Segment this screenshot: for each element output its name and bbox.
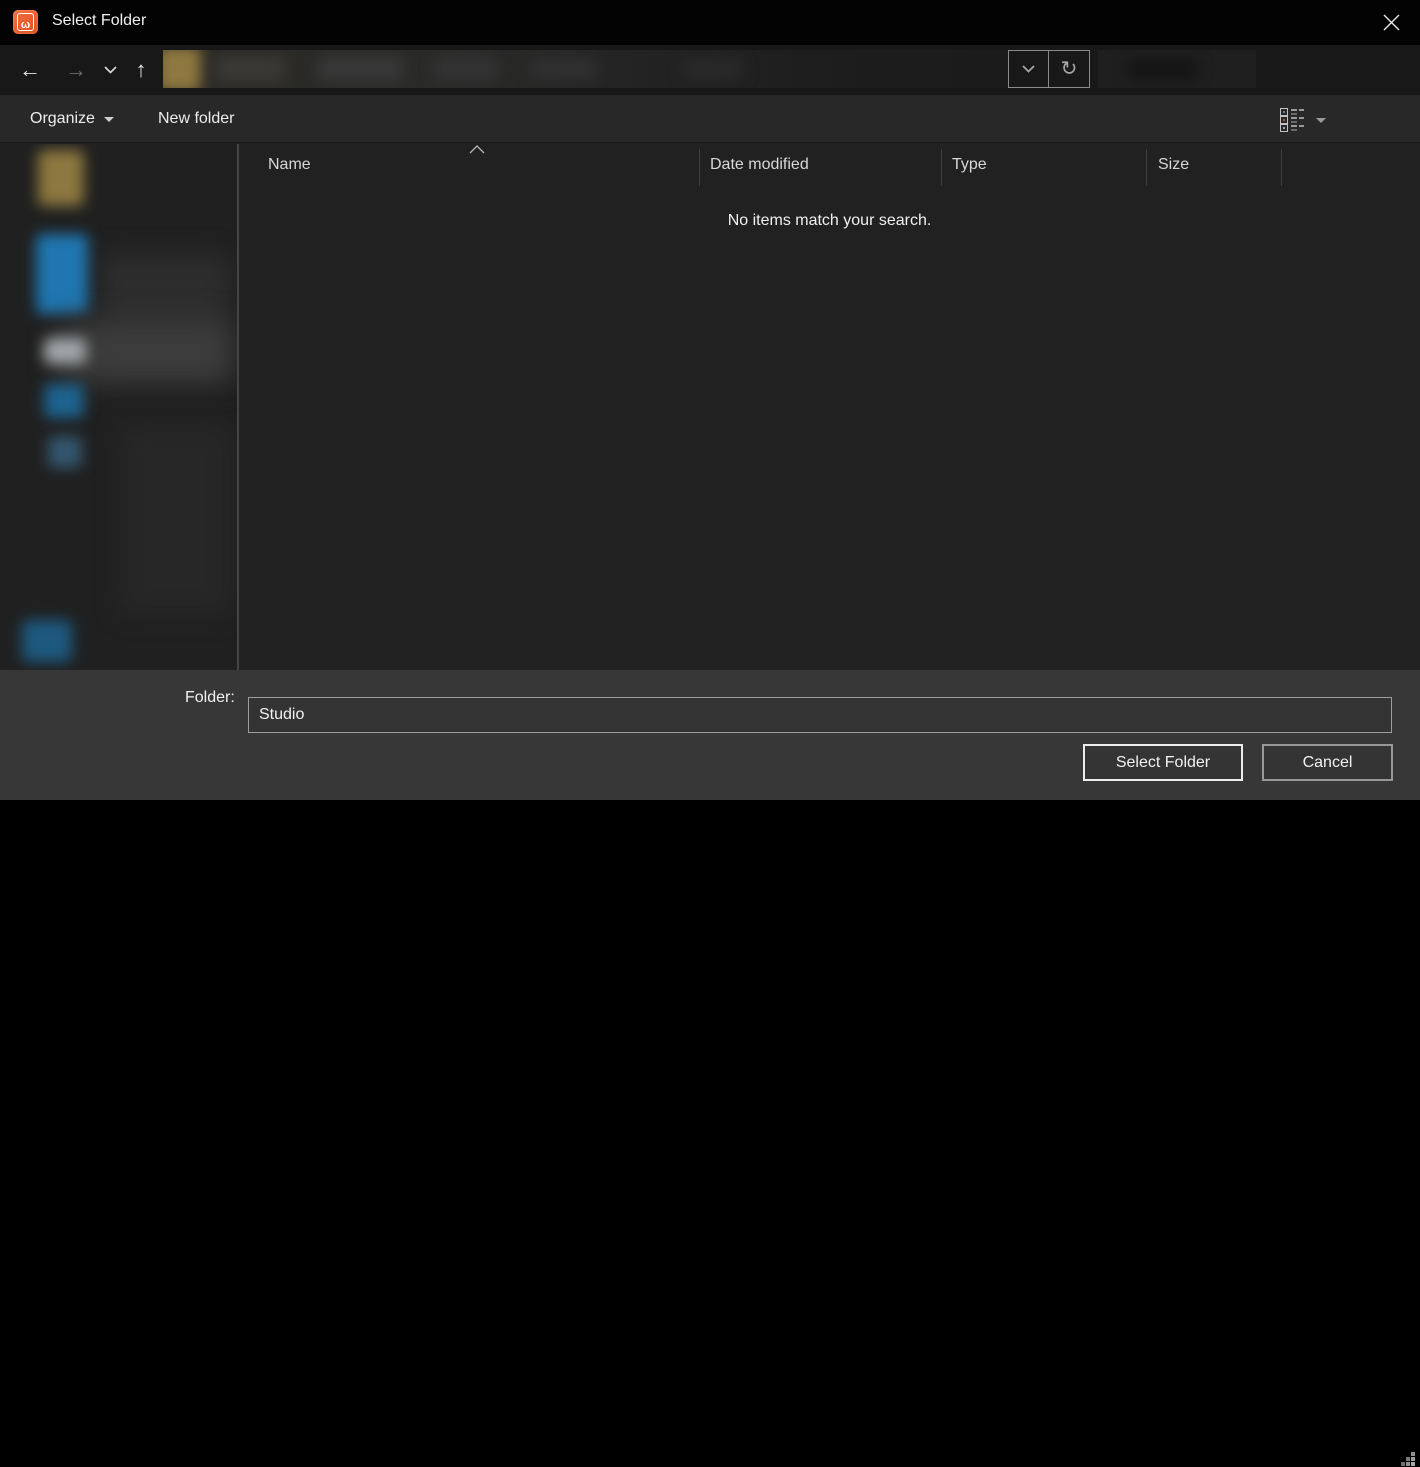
folder-label: Folder: (185, 689, 235, 707)
blurred-tree-item (22, 620, 72, 662)
app-logo-frame: ω (17, 13, 34, 31)
details-view-icon (1280, 108, 1304, 132)
resize-grip[interactable] (1401, 1452, 1416, 1467)
organize-label: Organize (30, 110, 95, 128)
column-header-size[interactable]: Size (1158, 156, 1189, 174)
column-divider[interactable] (1281, 149, 1282, 186)
recent-locations-button[interactable] (98, 45, 122, 95)
blurred-breadcrumb-segment (215, 56, 285, 82)
navigation-pane[interactable] (0, 144, 237, 670)
blurred-tree-item (36, 234, 88, 314)
column-divider[interactable] (941, 149, 942, 186)
chevron-down-icon (1316, 118, 1326, 123)
empty-results-message: No items match your search. (239, 212, 1420, 230)
file-list: Name Date modified Type Size No items ma… (239, 144, 1420, 670)
forward-arrow-icon: → (65, 59, 87, 81)
cancel-button[interactable]: Cancel (1262, 744, 1393, 781)
column-header-type[interactable]: Type (952, 156, 987, 174)
change-view-button[interactable] (1280, 108, 1326, 132)
blurred-breadcrumb-folder-icon (163, 50, 201, 88)
refresh-icon: ↻ (1061, 59, 1078, 79)
command-toolbar: Organize New folder (0, 95, 1420, 143)
column-header-date-modified[interactable]: Date modified (710, 156, 809, 174)
column-header-name[interactable]: Name (268, 156, 311, 174)
chevron-down-icon (104, 66, 117, 74)
footer-bar: Folder: Select Folder Cancel (0, 670, 1420, 800)
organize-button[interactable]: Organize (30, 95, 114, 143)
app-logo-icon: ω (13, 10, 38, 34)
navigation-bar: ← → ↑ ↻ (0, 45, 1420, 95)
close-button[interactable] (1362, 0, 1420, 45)
refresh-button[interactable]: ↻ (1049, 51, 1089, 87)
new-folder-label: New folder (158, 110, 234, 128)
up-button[interactable]: ↑ (124, 45, 158, 95)
window-title: Select Folder (52, 12, 146, 30)
select-folder-button[interactable]: Select Folder (1083, 744, 1243, 781)
back-button[interactable]: ← (12, 45, 48, 95)
column-divider[interactable] (1146, 149, 1147, 186)
forward-button[interactable]: → (58, 45, 94, 95)
chevron-down-icon (104, 117, 114, 122)
back-arrow-icon: ← (19, 59, 41, 81)
up-arrow-icon: ↑ (136, 59, 147, 81)
address-dropdown-button[interactable] (1009, 51, 1049, 87)
blurred-tree-item (44, 384, 84, 418)
select-folder-dialog: ω Select Folder ← → ↑ (0, 0, 1420, 800)
close-icon (1383, 14, 1400, 31)
content-area: Name Date modified Type Size No items ma… (0, 144, 1420, 670)
address-bar[interactable] (163, 50, 1008, 88)
address-bar-controls: ↻ (1008, 50, 1090, 88)
blurred-breadcrumb-segment (435, 58, 497, 80)
blurred-tree-item (120, 424, 230, 614)
blurred-tree-item (48, 436, 82, 468)
blurred-breadcrumb-segment (318, 57, 403, 81)
blurred-breadcrumb-segment (531, 58, 597, 80)
column-divider[interactable] (699, 149, 700, 186)
app-logo-glyph: ω (21, 20, 30, 31)
folder-name-input[interactable] (248, 697, 1392, 733)
title-bar: ω Select Folder (0, 0, 1420, 45)
blurred-search-text (1128, 58, 1198, 80)
blurred-breadcrumb-segment (683, 59, 743, 79)
sort-ascending-icon (469, 145, 485, 154)
chevron-down-icon (1022, 65, 1035, 73)
blurred-tree-item (44, 338, 86, 364)
search-box[interactable] (1098, 50, 1256, 88)
blurred-tree-item (38, 150, 84, 206)
new-folder-button[interactable]: New folder (158, 95, 234, 143)
